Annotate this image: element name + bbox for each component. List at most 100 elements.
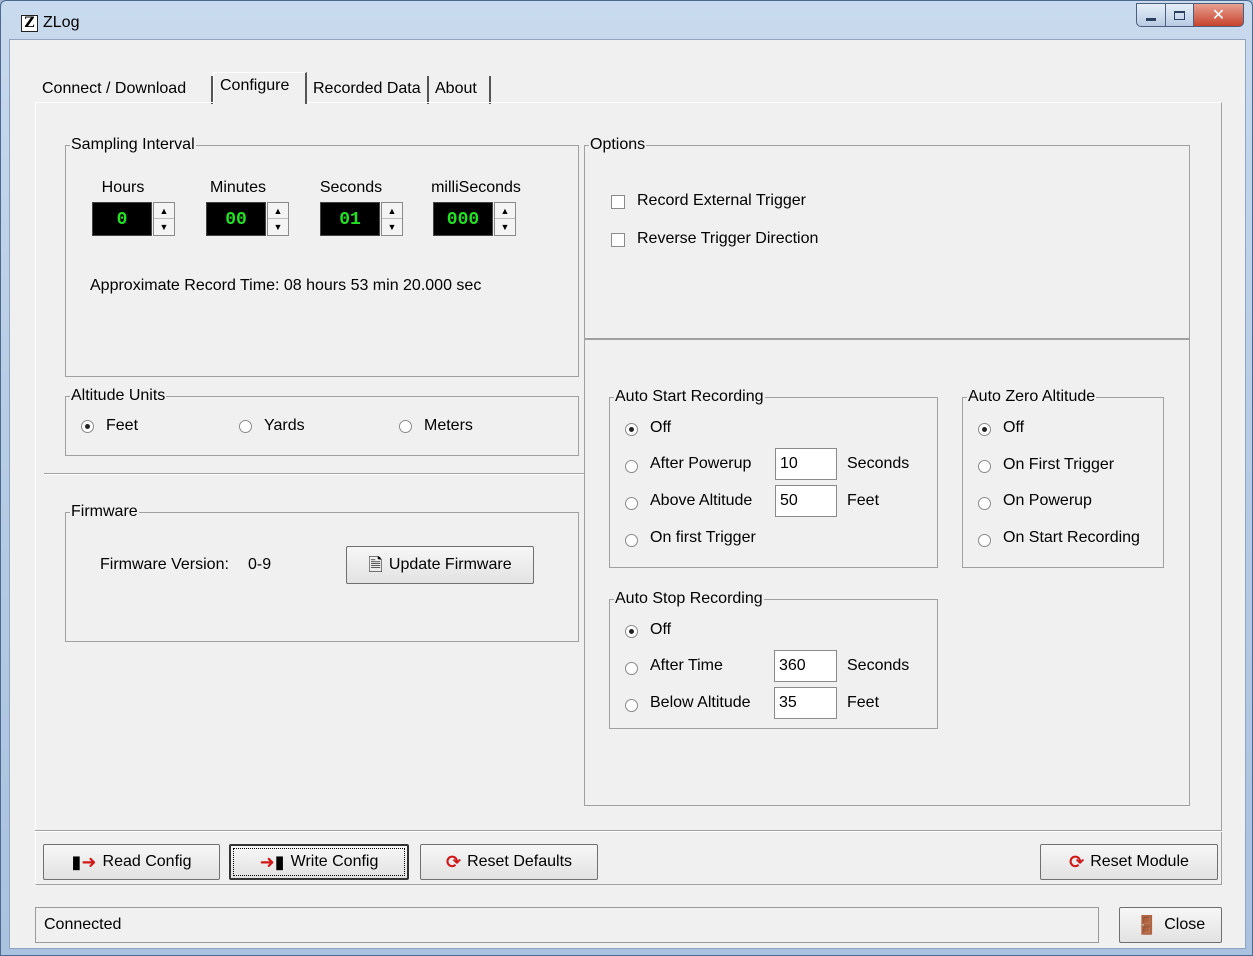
minutes-spinner[interactable]: ▲ ▼ — [267, 202, 289, 236]
firmware-version-label: Firmware Version: — [100, 556, 229, 573]
auto-zero-off-radio[interactable] — [978, 423, 991, 436]
update-firmware-label: Update Firmware — [388, 556, 512, 573]
below-altitude-input[interactable]: 35 — [774, 687, 837, 719]
maximize-button[interactable] — [1166, 3, 1194, 27]
yards-radio[interactable] — [239, 420, 252, 433]
write-config-button[interactable]: ➜▮ Write Config — [229, 844, 409, 880]
after-powerup-label[interactable]: After Powerup — [650, 455, 751, 473]
milliseconds-spinner[interactable]: ▲ ▼ — [494, 202, 516, 236]
record-time-text: Approximate Record Time: 08 hours 53 min… — [90, 277, 482, 294]
auto-start-recording-group: Auto Start Recording Off After Powerup 1… — [609, 388, 938, 568]
meters-label[interactable]: Meters — [424, 417, 473, 435]
minutes-value[interactable]: 00 — [206, 202, 266, 236]
zero-on-start-recording-label[interactable]: On Start Recording — [1003, 529, 1140, 547]
feet-label[interactable]: Feet — [106, 417, 138, 435]
reset-defaults-button[interactable]: ⟳ Reset Defaults — [420, 844, 598, 880]
after-time-input[interactable]: 360 — [774, 650, 837, 682]
reset-icon: ⟳ — [1069, 852, 1085, 872]
spin-down-icon[interactable]: ▼ — [495, 219, 515, 235]
on-first-trigger-label[interactable]: On first Trigger — [650, 529, 756, 547]
recording-panel: Auto Start Recording Off After Powerup 1… — [584, 339, 1190, 806]
zero-on-first-trigger-radio[interactable] — [978, 460, 991, 473]
zero-on-start-recording-radio[interactable] — [978, 534, 991, 547]
after-powerup-radio[interactable] — [625, 460, 638, 473]
spin-down-icon[interactable]: ▼ — [154, 219, 174, 235]
auto-stop-off-label[interactable]: Off — [650, 621, 671, 639]
seconds-spinner[interactable]: ▲ ▼ — [381, 202, 403, 236]
minutes-label: Minutes — [209, 179, 267, 196]
after-time-label[interactable]: After Time — [650, 657, 723, 675]
options-title: Options — [589, 136, 647, 154]
firmware-title: Firmware — [70, 503, 139, 521]
app-logo-icon: Z — [21, 15, 38, 32]
milliseconds-label: milliSeconds — [431, 179, 521, 196]
auto-stop-off-radio[interactable] — [625, 625, 638, 638]
tab-about[interactable]: About — [429, 76, 491, 104]
after-powerup-input[interactable]: 10 — [775, 448, 837, 480]
reverse-trigger-direction-checkbox[interactable] — [611, 233, 625, 247]
tab-recorded-data[interactable]: Recorded Data — [307, 76, 429, 104]
seconds-value[interactable]: 01 — [320, 202, 380, 236]
firmware-group: Firmware Firmware Version: 0-9 🗎 Update … — [65, 503, 579, 642]
reset-module-button[interactable]: ⟳ Reset Module — [1040, 844, 1218, 880]
meters-radio[interactable] — [399, 420, 412, 433]
feet-radio[interactable] — [81, 420, 94, 433]
read-config-label: Read Config — [102, 853, 192, 870]
tab-configure[interactable]: Configure — [213, 72, 307, 104]
write-config-label: Write Config — [290, 853, 379, 870]
app-window: Z ZLog ✕ Connect / Download Configure Re… — [0, 0, 1253, 956]
seconds-label: Seconds — [319, 179, 383, 196]
reset-defaults-label: Reset Defaults — [467, 853, 573, 870]
hours-value[interactable]: 0 — [92, 202, 152, 236]
update-firmware-button[interactable]: 🗎 Update Firmware — [346, 546, 534, 584]
record-external-trigger-checkbox[interactable] — [611, 195, 625, 209]
auto-stop-recording-group: Auto Stop Recording Off After Time 360 S… — [609, 590, 938, 729]
spin-up-icon[interactable]: ▲ — [268, 203, 288, 219]
configure-tab-page: Sampling Interval Hours 0 ▲ ▼ Minutes 00… — [35, 102, 1222, 885]
after-powerup-unit: Seconds — [847, 455, 910, 472]
maximize-icon — [1174, 10, 1185, 20]
tab-connect-download[interactable]: Connect / Download — [36, 76, 213, 104]
above-altitude-input[interactable]: 50 — [775, 485, 837, 517]
reverse-trigger-direction-label[interactable]: Reverse Trigger Direction — [637, 230, 818, 248]
below-altitude-radio[interactable] — [625, 699, 638, 712]
spin-up-icon[interactable]: ▲ — [382, 203, 402, 219]
auto-zero-off-label[interactable]: Off — [1003, 419, 1024, 437]
close-window-button[interactable]: ✕ — [1194, 3, 1244, 27]
firmware-version-value: 0-9 — [248, 556, 272, 573]
spin-up-icon[interactable]: ▲ — [495, 203, 515, 219]
altitude-units-title: Altitude Units — [70, 387, 167, 405]
above-altitude-radio[interactable] — [625, 497, 638, 510]
zero-on-first-trigger-label[interactable]: On First Trigger — [1003, 456, 1114, 474]
close-icon: ✕ — [1211, 7, 1226, 24]
zero-on-powerup-radio[interactable] — [978, 497, 991, 510]
spin-down-icon[interactable]: ▼ — [268, 219, 288, 235]
arrow-chip-icon: ➜▮ — [259, 852, 285, 872]
zero-on-powerup-label[interactable]: On Powerup — [1003, 492, 1092, 510]
left-divider — [44, 473, 584, 475]
title-bar[interactable]: Z ZLog ✕ — [1, 1, 1252, 39]
close-button[interactable]: 🚪 Close — [1119, 907, 1222, 943]
on-first-trigger-radio[interactable] — [625, 534, 638, 547]
altitude-units-group: Altitude Units Feet Yards Meters — [65, 387, 579, 456]
auto-start-off-radio[interactable] — [625, 423, 638, 436]
above-altitude-label[interactable]: Above Altitude — [650, 492, 752, 510]
client-area: Connect / Download Configure Recorded Da… — [9, 39, 1246, 949]
spin-down-icon[interactable]: ▼ — [382, 219, 402, 235]
after-time-radio[interactable] — [625, 662, 638, 675]
spin-up-icon[interactable]: ▲ — [154, 203, 174, 219]
auto-start-off-label[interactable]: Off — [650, 419, 671, 437]
minimize-button[interactable] — [1136, 3, 1166, 27]
read-config-button[interactable]: ▮➜ Read Config — [43, 844, 220, 880]
reset-icon: ⟳ — [445, 852, 462, 872]
record-external-trigger-label[interactable]: Record External Trigger — [637, 192, 806, 210]
hours-label: Hours — [101, 179, 145, 196]
hours-spinner[interactable]: ▲ ▼ — [153, 202, 175, 236]
yards-label[interactable]: Yards — [264, 417, 305, 435]
milliseconds-value[interactable]: 000 — [433, 202, 493, 236]
auto-start-recording-title: Auto Start Recording — [614, 388, 765, 406]
minimize-icon — [1146, 17, 1156, 21]
sampling-interval-title: Sampling Interval — [70, 136, 196, 154]
auto-zero-altitude-title: Auto Zero Altitude — [967, 388, 1097, 406]
below-altitude-label[interactable]: Below Altitude — [650, 694, 751, 712]
